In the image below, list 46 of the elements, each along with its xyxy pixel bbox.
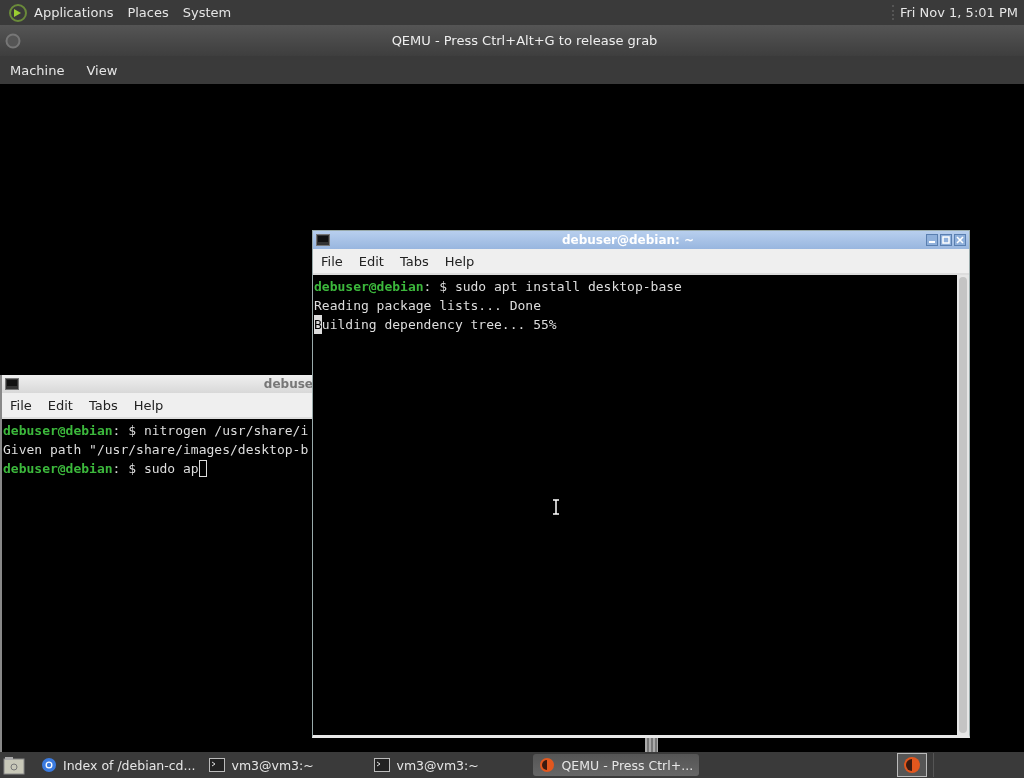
terminal-icon <box>316 234 330 246</box>
logo-icon[interactable] <box>8 2 28 23</box>
close-icon[interactable] <box>954 234 966 246</box>
command-text: : $ sudo apt install desktop-base <box>423 278 682 296</box>
taskbar-item[interactable]: QEMU - Press Ctrl+... <box>533 754 700 776</box>
qemu-icon <box>539 757 556 773</box>
prompt-user: debuser@debian <box>3 422 113 440</box>
panel-menu[interactable]: System <box>182 5 232 20</box>
prompt-user: debuser@debian <box>3 460 113 478</box>
output-line: Given path "/usr/share/images/desktop-b <box>3 441 310 459</box>
panel-menu[interactable]: Applications <box>34 5 114 20</box>
resize-handle[interactable] <box>645 738 658 752</box>
panel-menu[interactable]: Places <box>127 5 169 20</box>
window-icon[interactable] <box>5 32 21 49</box>
window-title: debuser@debian: ~ <box>560 233 696 247</box>
menu-item[interactable]: File <box>313 253 351 269</box>
command-text: : $ nitrogen /usr/share/i <box>112 422 309 440</box>
command-text: : $ sudo ap <box>112 460 199 478</box>
output-line: Reading package lists... Done <box>314 297 542 315</box>
menu-item[interactable]: File <box>2 397 40 413</box>
terminal-icon <box>374 758 391 772</box>
prompt-user: debuser@debian <box>314 278 424 296</box>
window-title: QEMU - Press Ctrl+Alt+G to release grab <box>390 33 659 48</box>
menu-item[interactable]: Machine <box>10 62 65 78</box>
menu-item[interactable]: View <box>86 62 118 78</box>
taskbar-item[interactable]: vm3@vm3:~ <box>203 754 367 776</box>
menu-item[interactable]: Help <box>125 397 172 413</box>
menu-item[interactable]: Tabs <box>391 253 437 269</box>
minimize-icon[interactable] <box>926 234 938 246</box>
menu-item[interactable]: Tabs <box>80 397 126 413</box>
qemu-icon[interactable] <box>897 753 927 777</box>
show-desktop-icon[interactable] <box>3 755 25 775</box>
menu-item[interactable]: Help <box>436 253 483 269</box>
taskbar-item[interactable]: Index of /debian-cd... <box>35 754 202 776</box>
terminal-icon <box>5 378 19 390</box>
scrollbar[interactable] <box>957 275 969 735</box>
browser-icon <box>41 757 57 773</box>
clock[interactable]: Fri Nov 1, 5:01 PM <box>891 5 1018 20</box>
text-cursor-icon <box>552 499 560 515</box>
maximize-icon[interactable] <box>940 234 952 246</box>
terminal-icon <box>209 758 226 772</box>
menu-item[interactable]: Edit <box>350 253 392 269</box>
menu-item[interactable]: Edit <box>39 397 81 413</box>
taskbar-item[interactable]: vm3@vm3:~ <box>368 754 532 776</box>
window-title: debuse <box>262 377 312 391</box>
output-line: Building dependency tree... 55% <box>314 315 558 334</box>
